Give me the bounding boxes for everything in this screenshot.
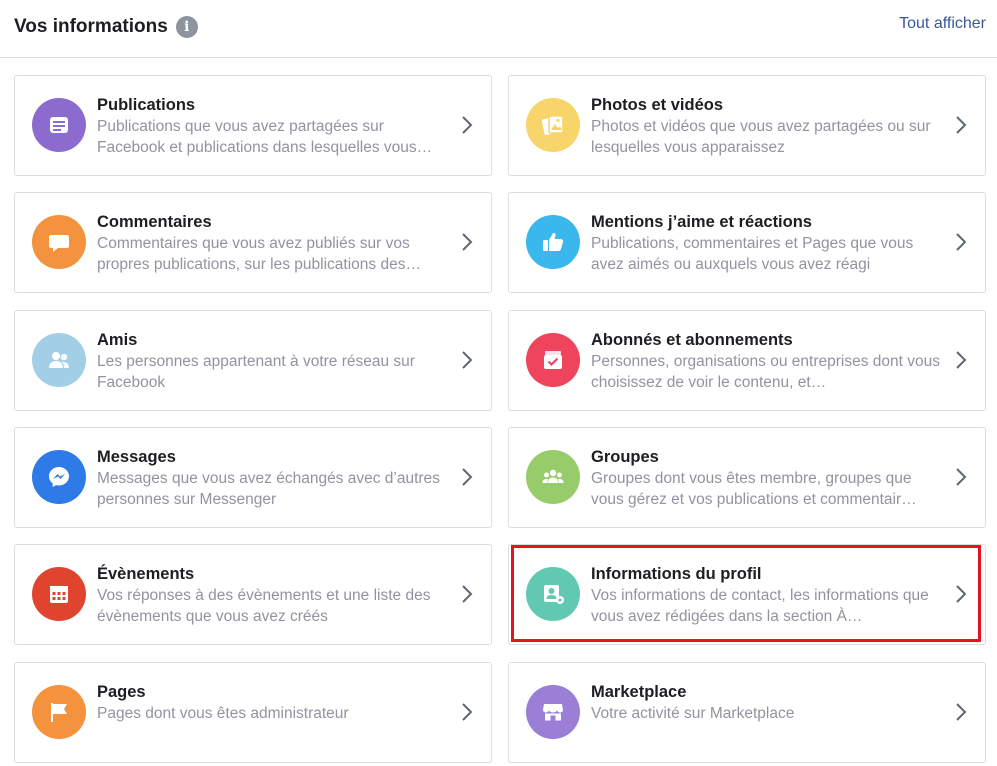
card-title: Marketplace [591, 683, 687, 701]
card-title: Évènements [97, 565, 195, 583]
card-title: Messages [97, 448, 176, 466]
card-groups[interactable]: Groupes Groupes dont vous êtes membre, g… [508, 427, 986, 528]
card-title: Commentaires [97, 213, 212, 231]
section-title-text: Vos informations [14, 16, 168, 37]
chevron-right-icon [956, 233, 967, 251]
thumbs-up-icon [526, 215, 580, 269]
card-description: Photos et vidéos que vous avez partagées… [591, 118, 931, 156]
see-all-link[interactable]: Tout afficher [899, 15, 986, 33]
section-title: Vos informations i [14, 16, 198, 38]
follow-icon [526, 333, 580, 387]
card-description: Messages que vous avez échangés avec d’a… [97, 470, 440, 508]
shop-icon [526, 685, 580, 739]
card-description: Vos réponses à des évènements et une lis… [97, 587, 431, 625]
document-icon [32, 98, 86, 152]
chevron-right-icon [956, 585, 967, 603]
section-header: Vos informations i Tout afficher [0, 0, 997, 58]
card-title: Mentions j’aime et réactions [591, 213, 812, 231]
comment-icon [32, 215, 86, 269]
flag-icon [32, 685, 86, 739]
card-marketplace[interactable]: Marketplace Votre activité sur Marketpla… [508, 662, 986, 763]
messenger-icon [32, 450, 86, 504]
card-followers-following[interactable]: Abonnés et abonnements Personnes, organi… [508, 310, 986, 411]
chevron-right-icon [956, 351, 967, 369]
card-messages[interactable]: Messages Messages que vous avez échangés… [14, 427, 492, 528]
chevron-right-icon [956, 468, 967, 486]
card-photos-videos[interactable]: Photos et vidéos Photos et vidéos que vo… [508, 75, 986, 176]
chevron-right-icon [956, 703, 967, 721]
chevron-right-icon [462, 116, 473, 134]
chevron-right-icon [462, 351, 473, 369]
card-comments[interactable]: Commentaires Commentaires que vous avez … [14, 192, 492, 293]
card-events[interactable]: Évènements Vos réponses à des évènements… [14, 544, 492, 645]
card-title: Publications [97, 96, 196, 114]
card-likes-reactions[interactable]: Mentions j’aime et réactions Publication… [508, 192, 986, 293]
chevron-right-icon [462, 585, 473, 603]
card-description: Vos informations de contact, les informa… [591, 587, 929, 625]
calendar-icon [32, 567, 86, 621]
card-description: Publications que vous avez partagées sur… [97, 118, 433, 156]
card-pages[interactable]: Pages Pages dont vous êtes administrateu… [14, 662, 492, 763]
card-title: Informations du profil [591, 565, 762, 583]
card-description: Publications, commentaires et Pages que … [591, 235, 914, 273]
chevron-right-icon [462, 468, 473, 486]
card-description: Pages dont vous êtes administrateur [97, 705, 349, 722]
card-description: Commentaires que vous avez publiés sur v… [97, 235, 421, 273]
card-profile-information[interactable]: Informations du profil Vos informations … [508, 544, 986, 645]
card-description: Groupes dont vous êtes membre, groupes q… [591, 470, 917, 508]
groups-icon [526, 450, 580, 504]
chevron-right-icon [462, 233, 473, 251]
card-publications[interactable]: Publications Publications que vous avez … [14, 75, 492, 176]
card-title: Photos et vidéos [591, 96, 724, 114]
card-title: Groupes [591, 448, 659, 466]
card-title: Abonnés et abonnements [591, 331, 793, 349]
card-description: Votre activité sur Marketplace [591, 705, 795, 722]
card-title: Pages [97, 683, 146, 701]
profile-settings-icon [526, 567, 580, 621]
card-friends[interactable]: Amis Les personnes appartenant à votre r… [14, 310, 492, 411]
card-description: Les personnes appartenant à votre réseau… [97, 353, 415, 391]
info-icon[interactable]: i [175, 16, 198, 38]
photo-icon [526, 98, 580, 152]
friends-icon [32, 333, 86, 387]
chevron-right-icon [462, 703, 473, 721]
chevron-right-icon [956, 116, 967, 134]
card-title: Amis [97, 331, 138, 349]
card-description: Personnes, organisations ou entreprises … [591, 353, 940, 391]
